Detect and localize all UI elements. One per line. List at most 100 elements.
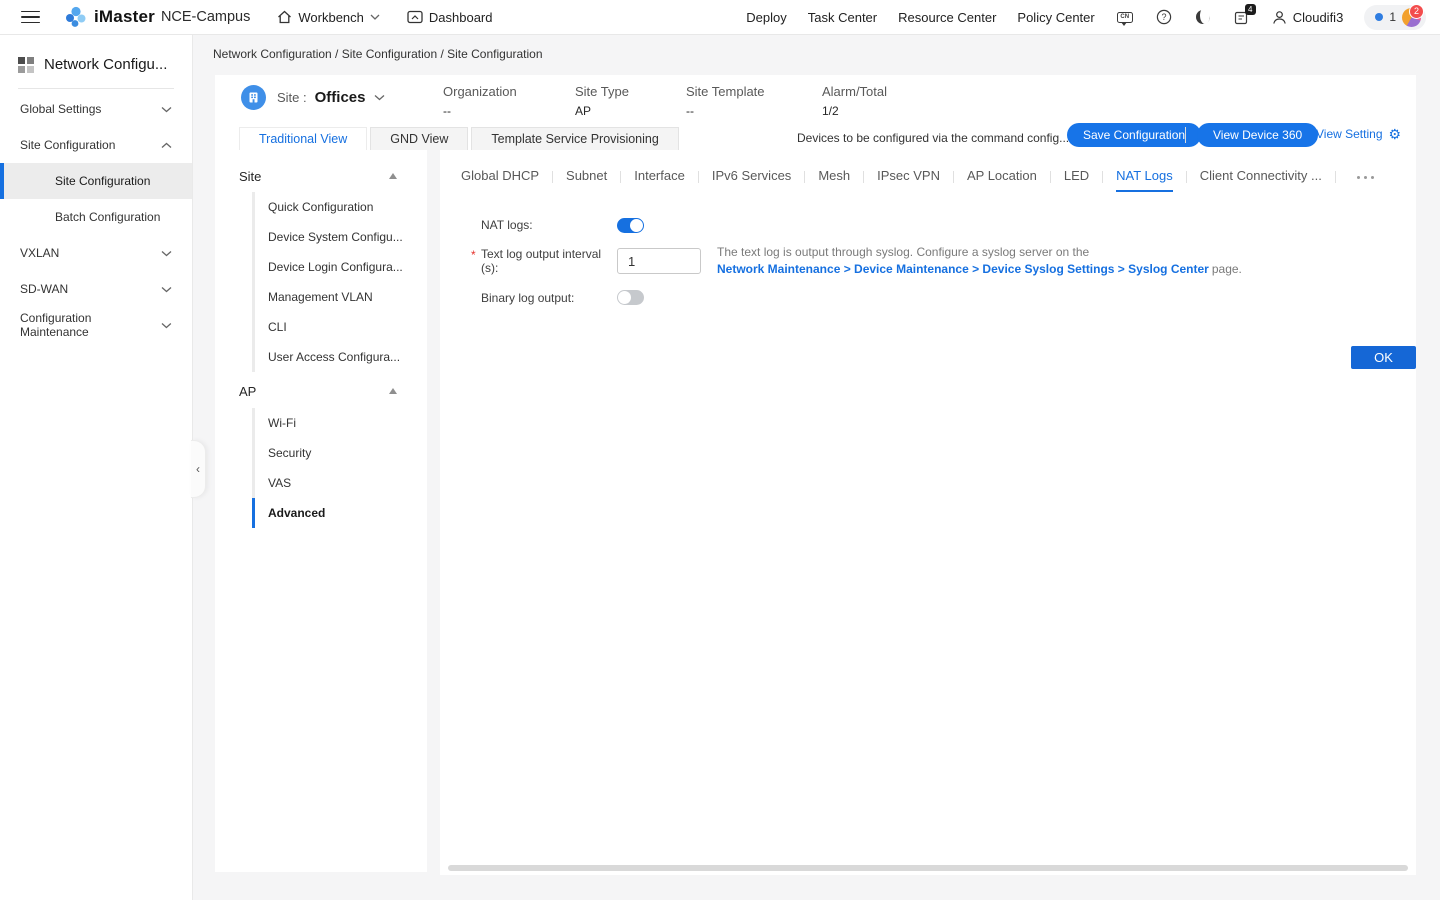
chevron-down-icon[interactable]	[374, 94, 385, 101]
tree-group-label: AP	[239, 384, 256, 399]
sidebar-item-configuration-maintenance[interactable]: Configuration Maintenance	[0, 307, 192, 343]
save-configuration-button[interactable]: Save Configuration	[1067, 123, 1201, 147]
tab-separator	[698, 171, 699, 183]
interval-input[interactable]	[617, 248, 701, 274]
alarm-status-pill[interactable]: 1 2	[1364, 5, 1426, 30]
field-label: Site Type	[575, 84, 629, 99]
user-icon	[1272, 10, 1287, 25]
view-setting-link[interactable]: View Setting ⚙	[1316, 127, 1401, 141]
tab-subnet[interactable]: Subnet	[566, 168, 607, 190]
tab-ap-location[interactable]: AP Location	[967, 168, 1037, 190]
sidebar-collapse-handle[interactable]: ‹	[191, 440, 206, 498]
tree-group-site-header[interactable]: Site	[215, 160, 427, 192]
topbar-nav: Workbench Dashboard	[277, 10, 492, 25]
tree-item-advanced[interactable]: Advanced	[252, 498, 427, 528]
tab-separator	[1186, 171, 1187, 183]
logo-pinwheel-icon	[63, 5, 87, 29]
nav-deploy[interactable]: Deploy	[746, 10, 786, 25]
site-name: Offices	[315, 89, 366, 106]
site-label: Site :	[277, 90, 307, 105]
sidebar-item-label: Global Settings	[20, 102, 101, 116]
tab-gnd-view[interactable]: GND View	[370, 127, 468, 150]
tab-led[interactable]: LED	[1064, 168, 1089, 190]
sidebar-item-vxlan[interactable]: VXLAN	[0, 235, 192, 271]
form-row-binary-log: Binary log output:	[440, 281, 1416, 315]
app-logo[interactable]: iMaster NCE-Campus	[63, 5, 250, 29]
sidebar-item-label: Site Configuration	[55, 174, 150, 188]
hamburger-menu-icon[interactable]	[21, 11, 40, 24]
tree-item-quick-configuration[interactable]: Quick Configuration	[252, 192, 427, 222]
field-label: Site Template	[686, 84, 765, 99]
tree-item-management-vlan[interactable]: Management VLAN	[252, 282, 427, 312]
dark-mode-icon[interactable]	[1194, 8, 1212, 26]
sidebar-item-sd-wan[interactable]: SD-WAN	[0, 271, 192, 307]
nat-logs-form: NAT logs: Text log output interval (s): …	[440, 208, 1416, 317]
binary-log-toggle[interactable]	[617, 290, 644, 305]
product-package-icon[interactable]: 4	[1233, 8, 1251, 26]
sidebar-item-site-configuration-group[interactable]: Site Configuration	[0, 127, 192, 163]
home-icon	[277, 10, 292, 24]
chevron-down-icon	[161, 322, 172, 329]
tab-nat-logs[interactable]: NAT Logs	[1116, 168, 1173, 192]
tab-global-dhcp[interactable]: Global DHCP	[461, 168, 539, 190]
username: Cloudifi3	[1293, 10, 1344, 25]
horizontal-scrollbar[interactable]	[448, 865, 1408, 871]
tab-interface[interactable]: Interface	[634, 168, 685, 190]
sidebar-item-site-configuration[interactable]: Site Configuration	[0, 163, 192, 199]
site-selector[interactable]: Site : Offices	[241, 85, 385, 110]
sidebar-item-global-settings[interactable]: Global Settings	[0, 91, 192, 127]
tab-separator	[863, 171, 864, 183]
view-device-360-button[interactable]: View Device 360	[1197, 123, 1318, 147]
workbench-menu[interactable]: Workbench	[277, 10, 380, 25]
nav-policy-center[interactable]: Policy Center	[1017, 10, 1094, 25]
button-divider	[1185, 127, 1186, 143]
dashboard-menu[interactable]: Dashboard	[407, 10, 493, 25]
tree-item-wifi[interactable]: Wi-Fi	[252, 408, 427, 438]
chevron-down-icon	[161, 286, 172, 293]
field-site-template: Site Template --	[686, 84, 765, 118]
alarm-dot-icon	[1375, 13, 1383, 21]
notification-badge: 2	[1409, 4, 1424, 19]
chevron-up-icon	[161, 142, 172, 149]
tree-item-cli[interactable]: CLI	[252, 312, 427, 342]
tree-group-ap-header[interactable]: AP	[215, 374, 427, 408]
package-badge: 4	[1245, 4, 1256, 15]
field-label: Organization	[443, 84, 517, 99]
tab-separator	[552, 171, 553, 183]
tree-item-device-login-configuration[interactable]: Device Login Configura...	[252, 252, 427, 282]
workbench-label: Workbench	[298, 10, 364, 25]
sidebar-item-label: Batch Configuration	[55, 210, 160, 224]
gear-icon: ⚙	[1389, 127, 1402, 141]
tree-item-device-system-configuration[interactable]: Device System Configu...	[252, 222, 427, 252]
language-icon[interactable]: CN	[1116, 8, 1134, 26]
form-row-nat-logs: NAT logs:	[440, 208, 1416, 242]
field-value: --	[686, 104, 765, 118]
sidebar-item-label: Site Configuration	[20, 138, 115, 152]
collapse-triangle-icon	[389, 173, 397, 179]
tab-traditional-view[interactable]: Traditional View	[239, 127, 367, 150]
more-tabs-icon[interactable]	[1357, 176, 1374, 179]
tree-group-ap-items: Wi-Fi Security VAS Advanced	[252, 408, 427, 528]
chevron-down-icon	[161, 106, 172, 113]
nat-logs-toggle[interactable]	[617, 218, 644, 233]
tree-item-vas[interactable]: VAS	[252, 468, 427, 498]
syslog-center-link[interactable]: Network Maintenance > Device Maintenance…	[717, 262, 1209, 276]
nav-task-center[interactable]: Task Center	[808, 10, 877, 25]
tab-mesh[interactable]: Mesh	[818, 168, 850, 190]
sidebar-item-batch-configuration[interactable]: Batch Configuration	[0, 199, 192, 235]
user-menu[interactable]: Cloudifi3	[1272, 10, 1344, 25]
help-icon[interactable]: ?	[1155, 8, 1173, 26]
tree-item-security[interactable]: Security	[252, 438, 427, 468]
field-value: --	[443, 104, 517, 118]
sidebar-title-label: Network Configu...	[44, 56, 167, 73]
nav-resource-center[interactable]: Resource Center	[898, 10, 996, 25]
field-site-type: Site Type AP	[575, 84, 629, 118]
ok-button[interactable]: OK	[1351, 346, 1416, 369]
tab-client-connectivity[interactable]: Client Connectivity ...	[1200, 168, 1322, 190]
tree-item-user-access-configuration[interactable]: User Access Configura...	[252, 342, 427, 372]
notification-wheel-icon[interactable]: 2	[1402, 8, 1421, 27]
tab-template-service-provisioning[interactable]: Template Service Provisioning	[471, 127, 678, 150]
alarm-count: 1	[1389, 10, 1396, 24]
tab-ipsec-vpn[interactable]: IPsec VPN	[877, 168, 940, 190]
tab-ipv6-services[interactable]: IPv6 Services	[712, 168, 791, 190]
